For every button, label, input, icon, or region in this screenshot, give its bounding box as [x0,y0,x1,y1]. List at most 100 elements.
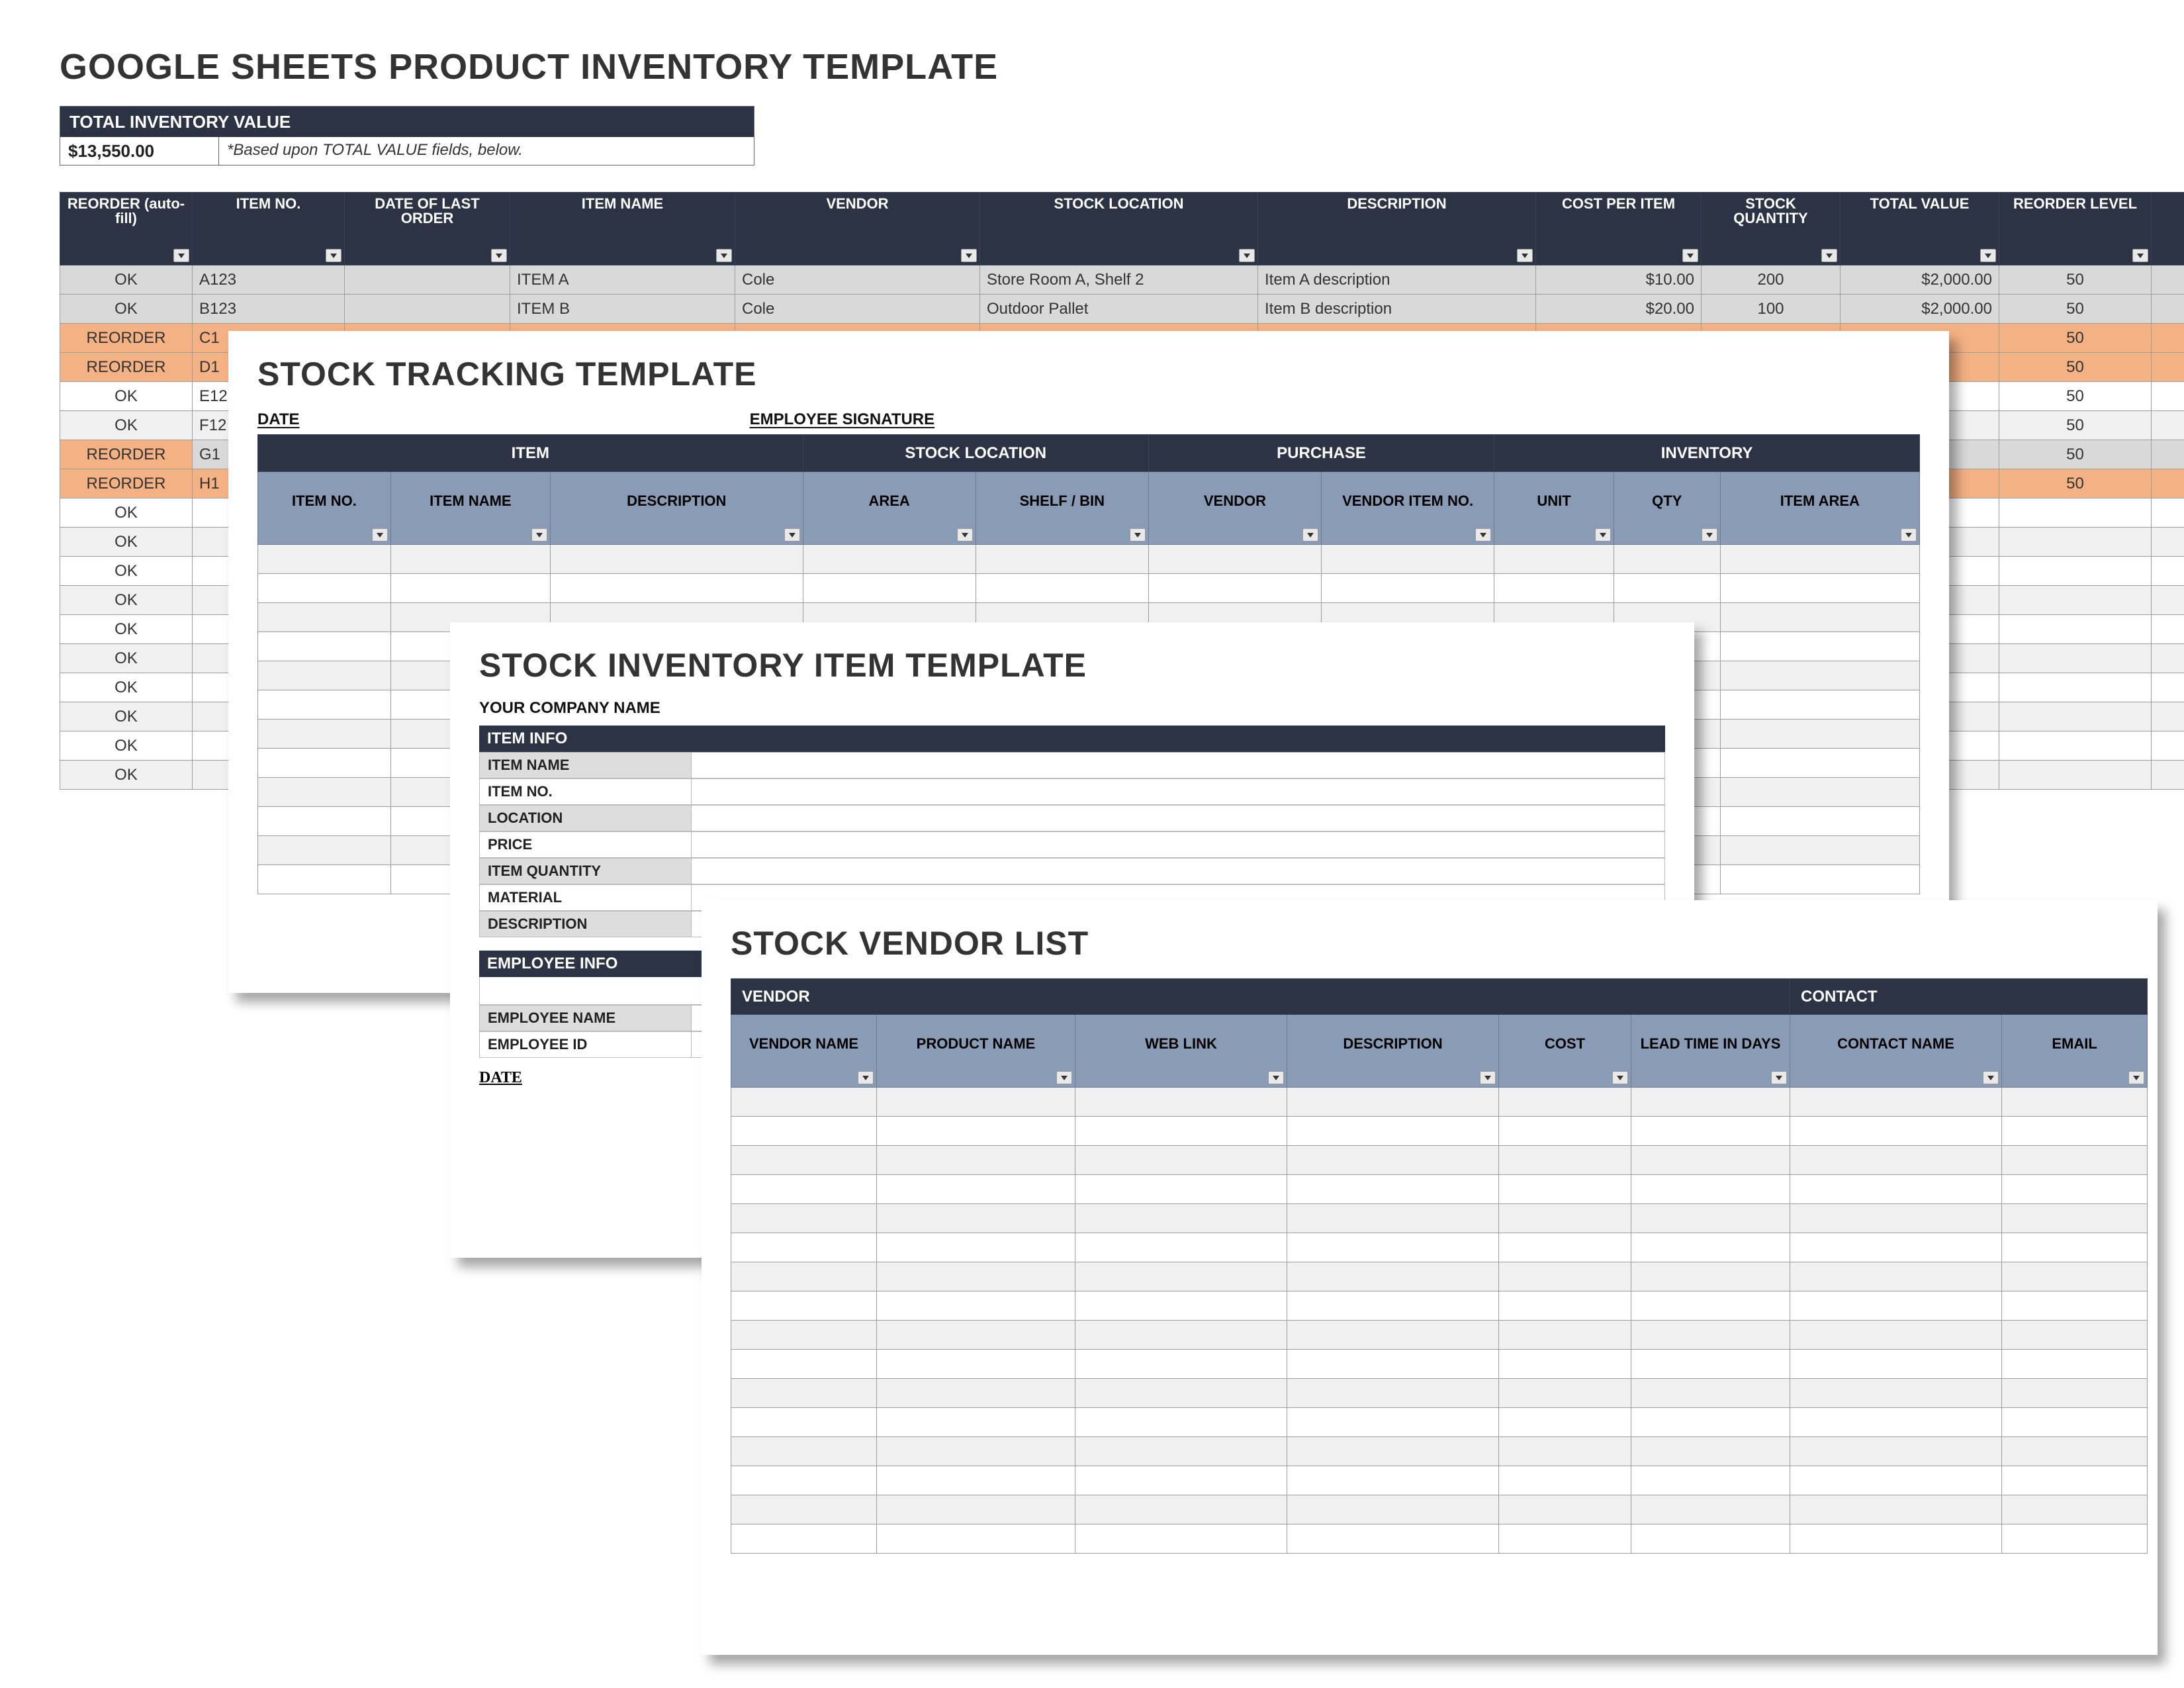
empty-cell[interactable] [803,574,976,603]
empty-cell[interactable] [1075,1466,1287,1495]
empty-cell[interactable] [258,545,391,574]
empty-cell[interactable] [1790,1321,2002,1350]
empty-cell[interactable] [1631,1088,1790,1117]
cell-status[interactable]: OK [60,528,193,557]
filter-dropdown-icon[interactable] [1702,528,1717,541]
cell-reorder[interactable] [1999,702,2152,731]
empty-cell[interactable] [2002,1379,2148,1408]
cell-item[interactable]: A123 [193,265,345,295]
filter-dropdown-icon[interactable] [1901,528,1917,541]
empty-cell[interactable] [1287,1350,1499,1379]
filter-dropdown-icon[interactable] [784,528,800,541]
empty-cell[interactable] [1720,545,1919,574]
cell-status[interactable]: OK [60,702,193,731]
empty-cell[interactable] [1499,1291,1631,1321]
empty-cell[interactable] [1148,545,1321,574]
filter-dropdown-icon[interactable] [1983,1071,1999,1084]
filter-dropdown-icon[interactable] [1517,249,1533,262]
empty-cell[interactable] [1075,1379,1287,1408]
stt-col-filter[interactable]: AREA [803,472,976,545]
empty-cell[interactable] [1287,1321,1499,1350]
empty-cell[interactable] [1631,1466,1790,1495]
empty-cell[interactable] [1631,1146,1790,1175]
empty-cell[interactable] [1075,1146,1287,1175]
cell-status[interactable]: OK [60,644,193,673]
svl-col-filter[interactable]: WEB LINK [1075,1015,1287,1088]
svl-col-filter[interactable]: EMAIL [2002,1015,2148,1088]
inventory-col-filter[interactable]: DATE OF LAST ORDER [345,193,510,265]
empty-cell[interactable] [731,1321,877,1350]
empty-cell[interactable] [1287,1262,1499,1291]
empty-cell[interactable] [1790,1495,2002,1524]
empty-cell[interactable] [1790,1408,2002,1437]
stt-col-filter[interactable]: VENDOR ITEM NO. [1322,472,1494,545]
empty-cell[interactable] [1499,1379,1631,1408]
empty-cell[interactable] [877,1466,1075,1495]
cell-reorder[interactable]: 50 [1999,324,2152,353]
filter-dropdown-icon[interactable] [1595,528,1611,541]
empty-cell[interactable] [1075,1408,1287,1437]
empty-cell[interactable] [731,1117,877,1146]
empty-cell[interactable] [1790,1233,2002,1262]
inventory-col-filter[interactable]: DESCRIPTION [1258,193,1536,265]
empty-cell[interactable] [731,1204,877,1233]
empty-cell[interactable] [803,545,976,574]
empty-cell[interactable] [877,1321,1075,1350]
item-info-value[interactable] [692,806,1664,831]
empty-cell[interactable] [1720,632,1919,661]
empty-cell[interactable] [877,1088,1075,1117]
cell-date[interactable] [345,265,510,295]
empty-cell[interactable] [976,545,1148,574]
filter-dropdown-icon[interactable] [2132,249,2148,262]
empty-cell[interactable] [976,574,1148,603]
empty-cell[interactable] [258,603,391,632]
empty-cell[interactable] [1720,661,1919,690]
cell-reorder[interactable] [1999,731,2152,761]
empty-cell[interactable] [731,1262,877,1291]
empty-cell[interactable] [1790,1146,2002,1175]
empty-cell[interactable] [1790,1088,2002,1117]
empty-cell[interactable] [1499,1088,1631,1117]
cell-status[interactable]: REORDER [60,324,193,353]
empty-cell[interactable] [1148,574,1321,603]
empty-cell[interactable] [877,1524,1075,1554]
empty-cell[interactable] [1075,1233,1287,1262]
empty-cell[interactable] [1790,1350,2002,1379]
filter-dropdown-icon[interactable] [2128,1071,2144,1084]
empty-cell[interactable] [1287,1291,1499,1321]
cell-days[interactable] [2152,731,2184,761]
empty-cell[interactable] [550,545,803,574]
filter-dropdown-icon[interactable] [1612,1071,1628,1084]
empty-cell[interactable] [1631,1233,1790,1262]
empty-cell[interactable] [1631,1495,1790,1524]
stt-col-filter[interactable]: SHELF / BIN [976,472,1148,545]
filter-dropdown-icon[interactable] [1268,1071,1284,1084]
empty-cell[interactable] [2002,1146,2148,1175]
empty-cell[interactable] [731,1408,877,1437]
cell-item[interactable]: B123 [193,295,345,324]
empty-cell[interactable] [2002,1524,2148,1554]
cell-reorder[interactable]: 50 [1999,295,2152,324]
empty-cell[interactable] [1720,807,1919,836]
filter-dropdown-icon[interactable] [1821,249,1837,262]
empty-cell[interactable] [258,749,391,778]
cell-days[interactable] [2152,498,2184,528]
empty-cell[interactable] [1720,836,1919,865]
filter-dropdown-icon[interactable] [372,528,388,541]
empty-cell[interactable] [258,836,391,865]
empty-cell[interactable] [1790,1262,2002,1291]
empty-cell[interactable] [1720,603,1919,632]
filter-dropdown-icon[interactable] [1056,1071,1072,1084]
empty-cell[interactable] [1631,1379,1790,1408]
empty-cell[interactable] [1499,1466,1631,1495]
cell-reorder[interactable]: 50 [1999,265,2152,295]
cell-days[interactable]: 30 [2152,382,2184,411]
empty-cell[interactable] [1631,1437,1790,1466]
cell-reorder[interactable] [1999,673,2152,702]
empty-cell[interactable] [2002,1350,2148,1379]
empty-cell[interactable] [1720,574,1919,603]
empty-cell[interactable] [2002,1262,2148,1291]
empty-cell[interactable] [1287,1379,1499,1408]
empty-cell[interactable] [1720,749,1919,778]
empty-cell[interactable] [1631,1175,1790,1204]
